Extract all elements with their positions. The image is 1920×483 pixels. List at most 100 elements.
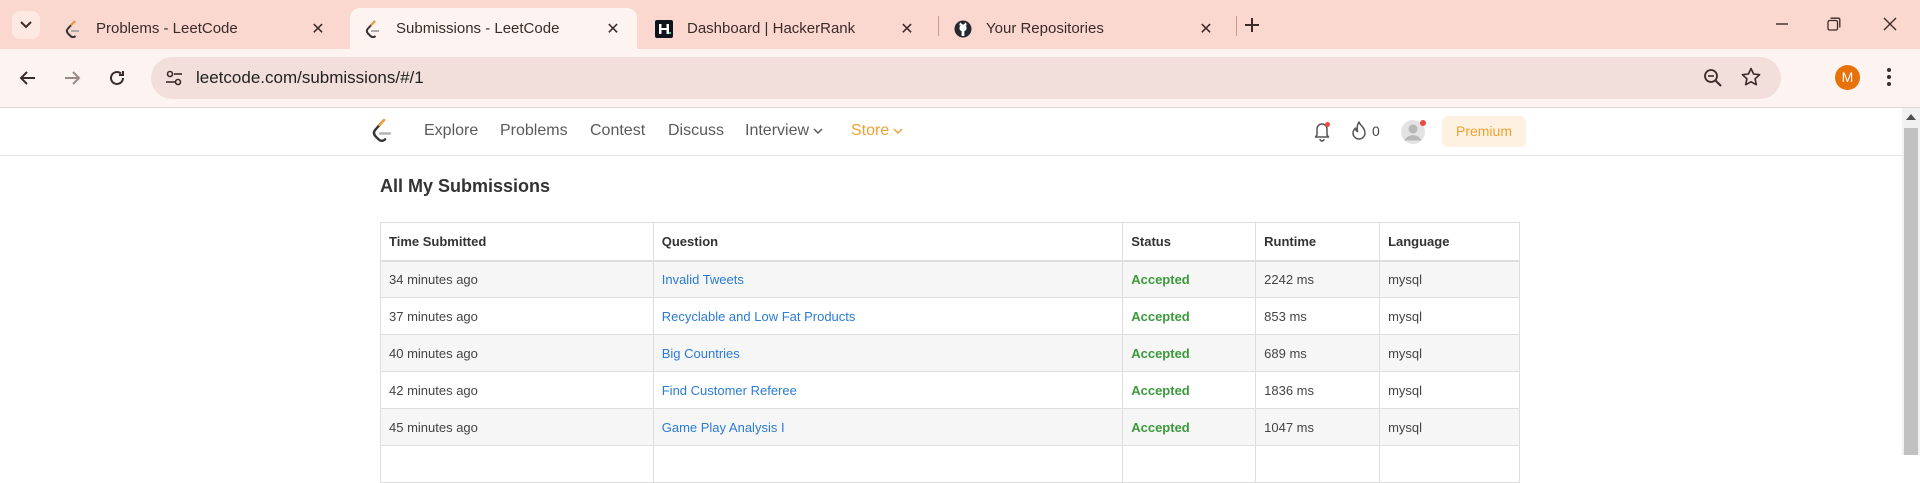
zoom-icon[interactable]	[1703, 68, 1723, 93]
time-submitted: 34 minutes ago	[380, 260, 654, 298]
close-window-button[interactable]	[1878, 12, 1902, 36]
minimize-icon	[1776, 23, 1788, 25]
status-accepted[interactable]: Accepted	[1131, 272, 1190, 287]
close-icon[interactable]: ✕	[603, 19, 623, 39]
new-tab-button[interactable]	[1244, 13, 1260, 39]
question-link[interactable]: Recyclable and Low Fat Products	[662, 309, 856, 324]
nav-explore[interactable]: Explore	[424, 122, 478, 140]
scrollbar-thumb[interactable]	[1904, 128, 1918, 455]
status-accepted[interactable]: Accepted	[1131, 383, 1190, 398]
time-submitted: 42 minutes ago	[380, 371, 654, 409]
streak-fire-icon[interactable]	[1351, 121, 1367, 146]
reload-button[interactable]	[105, 66, 129, 90]
language: mysql	[1379, 408, 1520, 446]
tab-problems[interactable]: Problems - LeetCode ✕	[50, 8, 342, 49]
time-submitted: 37 minutes ago	[380, 297, 654, 335]
tab-title: Submissions - LeetCode	[396, 20, 560, 37]
nav-problems[interactable]: Problems	[500, 122, 568, 140]
status-accepted[interactable]: Accepted	[1131, 420, 1190, 435]
browser-toolbar: leetcode.com/submissions/#/1 M	[0, 49, 1920, 108]
time-submitted: 45 minutes ago	[380, 408, 654, 446]
chevron-down-icon	[893, 127, 903, 134]
table-row: 40 minutes ago Big Countries Accepted 68…	[380, 334, 1520, 372]
table-row: 45 minutes ago Game Play Analysis I Acce…	[380, 408, 1520, 446]
column-header: Status	[1122, 222, 1257, 262]
tab-hackerrank[interactable]: Dashboard | HackerRank ✕	[641, 8, 931, 49]
tab-divider	[938, 16, 939, 36]
back-button[interactable]	[16, 66, 40, 90]
language: mysql	[1379, 260, 1520, 298]
question-link[interactable]: Invalid Tweets	[662, 272, 744, 287]
streak-count: 0	[1372, 123, 1380, 139]
arrow-right-icon	[65, 71, 81, 85]
notification-bell-icon[interactable]	[1312, 120, 1332, 147]
nav-store-label: Store	[851, 122, 890, 139]
arrow-left-icon	[19, 71, 35, 85]
nav-interview-label: Interview	[745, 122, 810, 139]
question-link[interactable]: Find Customer Referee	[662, 383, 797, 398]
scroll-up-arrow-icon[interactable]	[1906, 114, 1916, 120]
nav-store[interactable]: Store	[851, 122, 903, 140]
leetcode-icon	[64, 19, 82, 38]
status-accepted[interactable]: Accepted	[1131, 346, 1190, 361]
language: mysql	[1379, 297, 1520, 335]
table-header-row: Time Submitted Question Status Runtime L…	[380, 222, 1520, 262]
close-icon	[1883, 17, 1897, 31]
time-submitted: 40 minutes ago	[380, 334, 654, 372]
runtime: 853 ms	[1255, 297, 1381, 335]
address-bar[interactable]: leetcode.com/submissions/#/1	[151, 57, 1781, 99]
premium-button[interactable]: Premium	[1442, 116, 1526, 147]
chevron-down-icon	[20, 21, 32, 29]
forward-button[interactable]	[60, 66, 84, 90]
tab-submissions[interactable]: Submissions - LeetCode ✕	[350, 8, 637, 49]
column-header: Language	[1379, 222, 1520, 262]
restore-button[interactable]	[1822, 12, 1846, 36]
close-icon[interactable]: ✕	[1196, 19, 1216, 39]
close-icon[interactable]: ✕	[897, 19, 917, 39]
status-accepted[interactable]: Accepted	[1131, 309, 1190, 324]
reload-icon	[110, 70, 124, 85]
tab-title: Dashboard | HackerRank	[687, 20, 856, 37]
vertical-scrollbar[interactable]	[1902, 108, 1920, 455]
table-row: 34 minutes ago Invalid Tweets Accepted 2…	[380, 260, 1520, 298]
chevron-down-icon	[813, 127, 823, 134]
plus-icon	[1245, 18, 1259, 32]
tab-strip: Problems - LeetCode ✕ Submissions - Leet…	[0, 0, 1920, 49]
column-header: Time Submitted	[380, 222, 654, 262]
github-icon	[954, 20, 972, 38]
runtime: 1047 ms	[1255, 408, 1381, 446]
user-avatar[interactable]	[1400, 118, 1428, 151]
question-link[interactable]: Game Play Analysis I	[662, 420, 785, 435]
question-link[interactable]: Big Countries	[662, 346, 740, 361]
runtime: 689 ms	[1255, 334, 1381, 372]
nav-discuss[interactable]: Discuss	[668, 122, 724, 140]
table-row: 37 minutes ago Recyclable and Low Fat Pr…	[380, 297, 1520, 335]
leetcode-logo-icon[interactable]	[372, 118, 392, 148]
tab-repositories[interactable]: Your Repositories ✕	[940, 8, 1230, 49]
language: mysql	[1379, 371, 1520, 409]
submissions-table: Time Submitted Question Status Runtime L…	[380, 222, 1520, 483]
tab-title: Your Repositories	[986, 20, 1104, 37]
table-row	[380, 445, 1520, 483]
column-header: Question	[652, 222, 1124, 262]
leetcode-navbar: Explore Problems Contest Discuss Intervi…	[0, 108, 1902, 156]
minimize-button[interactable]	[1770, 12, 1794, 36]
url-text[interactable]: leetcode.com/submissions/#/1	[196, 68, 424, 88]
restore-icon	[1827, 17, 1841, 31]
close-icon[interactable]: ✕	[308, 19, 328, 39]
site-settings-icon[interactable]	[164, 68, 184, 93]
tab-search-button[interactable]	[12, 11, 40, 39]
runtime: 2242 ms	[1255, 260, 1381, 298]
nav-contest[interactable]: Contest	[590, 122, 645, 140]
tab-divider	[1236, 16, 1237, 36]
hackerrank-icon	[655, 19, 673, 38]
bookmark-star-icon[interactable]	[1741, 67, 1761, 92]
runtime: 1836 ms	[1255, 371, 1381, 409]
page-title: All My Submissions	[380, 176, 551, 196]
language: mysql	[1379, 334, 1520, 372]
page-content: Explore Problems Contest Discuss Intervi…	[0, 108, 1902, 483]
nav-interview[interactable]: Interview	[745, 122, 823, 140]
more-menu-icon[interactable]	[1886, 66, 1892, 93]
profile-avatar[interactable]: M	[1835, 65, 1860, 90]
table-row: 42 minutes ago Find Customer Referee Acc…	[380, 371, 1520, 409]
